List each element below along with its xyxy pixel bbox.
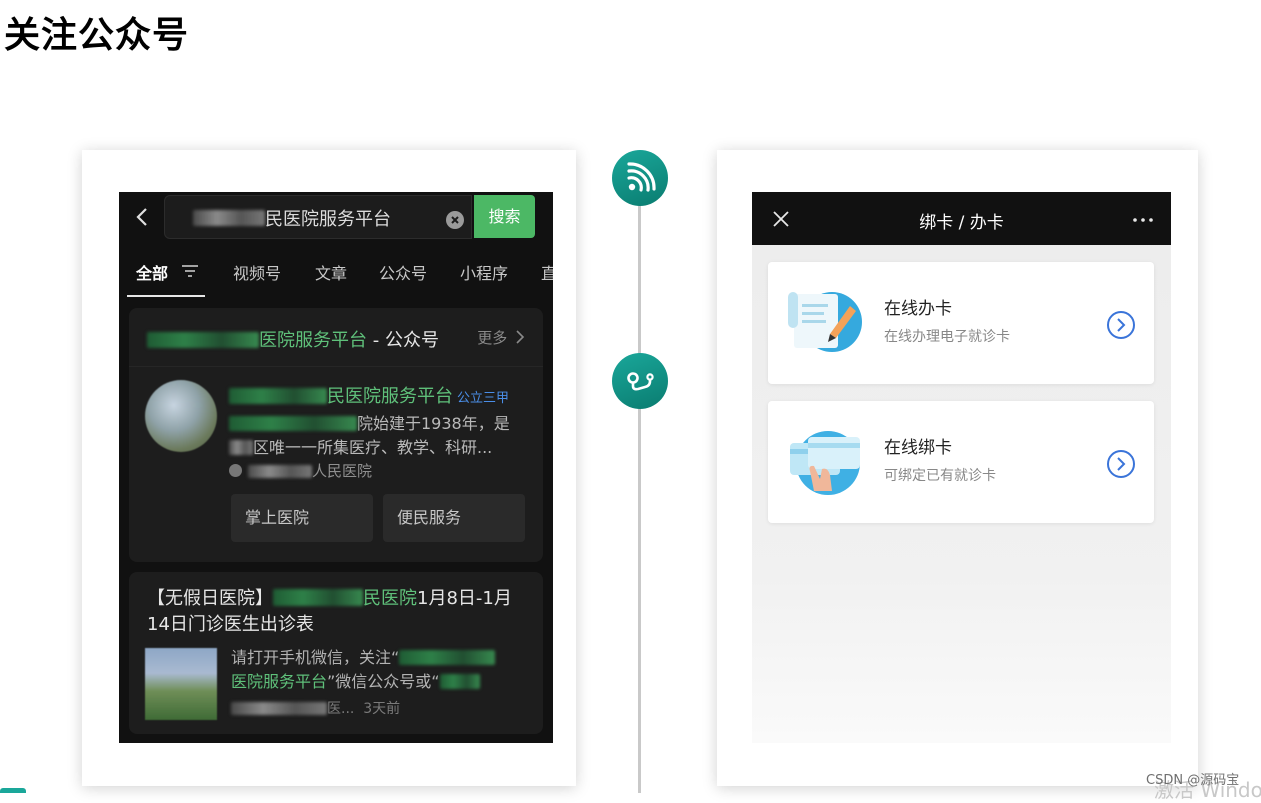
- search-button[interactable]: 搜索: [474, 195, 535, 238]
- tab-mini-program[interactable]: 小程序: [460, 260, 508, 284]
- more-link[interactable]: 更多: [477, 327, 525, 348]
- option-title: 在线办卡: [884, 299, 952, 319]
- redacted-text: [439, 674, 480, 689]
- search-tabs: 全部 视频号 文章 公众号 小程序 直: [119, 252, 553, 294]
- redacted-text: [147, 332, 259, 348]
- article-title[interactable]: 【无假日医院】 民医院1月8日-1月14日门诊医生出诊表: [147, 586, 532, 638]
- account-badge: 公立三甲: [457, 391, 510, 406]
- redacted-text: [229, 416, 357, 431]
- page-title: 关注公众号: [4, 15, 190, 56]
- account-avatar[interactable]: [145, 380, 217, 452]
- article-meta: 医... 3天前: [231, 698, 400, 718]
- chevron-right-circle-icon[interactable]: [1106, 310, 1136, 340]
- option-bind-card[interactable]: 在线绑卡 可绑定已有就诊卡: [768, 401, 1154, 523]
- tab-live[interactable]: 直: [541, 260, 553, 284]
- redacted-text: [193, 210, 265, 226]
- clear-circle-icon[interactable]: [446, 211, 464, 229]
- csdn-watermark: CSDN @源码宝: [1146, 773, 1240, 788]
- section-title: 医院服务平台 - 公众号: [147, 326, 439, 352]
- divider: [129, 366, 543, 367]
- article-snippet: 请打开手机微信，关注“ 医院服务平台”微信公众号或“: [231, 646, 531, 694]
- verification-info: 人民医院: [229, 460, 372, 481]
- chevron-left-icon[interactable]: [133, 206, 153, 228]
- service-button-mobile-hospital[interactable]: 掌上医院: [231, 494, 373, 542]
- active-tab-indicator: [127, 295, 205, 297]
- redacted-text: [273, 589, 363, 606]
- option-subtitle: 在线办理电子就诊卡: [884, 329, 1010, 345]
- chevron-right-circle-icon[interactable]: [1106, 449, 1136, 479]
- option-apply-card[interactable]: 在线办卡 在线办理电子就诊卡: [768, 262, 1154, 384]
- filter-icon[interactable]: [181, 263, 199, 279]
- account-description: 院始建于1938年，是 区唯一一所集医疗、教学、科研...: [229, 412, 529, 460]
- redacted-text: [399, 650, 496, 665]
- account-name[interactable]: 民医院服务平台 公立三甲: [229, 382, 509, 408]
- card-binding-screen: 绑卡 / 办卡 在线办卡 在线办理电子就诊卡 在线绑卡 可绑定已有就诊卡: [752, 192, 1171, 743]
- article-thumbnail: [145, 648, 217, 720]
- corner-accent: [0, 788, 26, 793]
- rss-feed-icon: [612, 150, 668, 206]
- tab-official-account[interactable]: 公众号: [379, 260, 427, 284]
- option-subtitle: 可绑定已有就诊卡: [884, 468, 996, 484]
- document-pen-icon: [788, 292, 862, 352]
- official-account-section: 医院服务平台 - 公众号 更多 民医院服务平台 公立三甲 院始建于1938年，是 …: [129, 308, 543, 562]
- tab-all[interactable]: 全部: [136, 260, 168, 284]
- search-screen: 民医院服务平台 搜索 全部 视频号 文章 公众号 小程序 直 医院服务平台 - …: [119, 192, 553, 743]
- chevron-right-icon: [516, 330, 525, 344]
- route-icon: [612, 353, 668, 409]
- nav-title: 绑卡 / 办卡: [919, 213, 1004, 233]
- tab-article[interactable]: 文章: [315, 260, 347, 284]
- nav-bar: 绑卡 / 办卡: [752, 192, 1171, 245]
- article-result[interactable]: 【无假日医院】 民医院1月8日-1月14日门诊医生出诊表 请打开手机微信，关注“ …: [129, 572, 543, 734]
- search-input[interactable]: 民医院服务平台: [164, 195, 472, 239]
- timeline-line: [638, 180, 641, 793]
- tab-video[interactable]: 视频号: [233, 260, 281, 284]
- redacted-text: [229, 388, 327, 404]
- article-time: 3天前: [363, 701, 401, 717]
- more-dots-icon[interactable]: [1133, 218, 1153, 222]
- service-button-convenience[interactable]: 便民服务: [383, 494, 525, 542]
- verified-check-icon: [229, 464, 242, 477]
- card-hand-icon: [790, 431, 860, 495]
- option-title: 在线绑卡: [884, 438, 952, 458]
- redacted-text: [231, 702, 327, 715]
- redacted-text: [229, 440, 253, 455]
- search-query-text: 民医院服务平台: [265, 209, 391, 230]
- redacted-text: [248, 465, 312, 478]
